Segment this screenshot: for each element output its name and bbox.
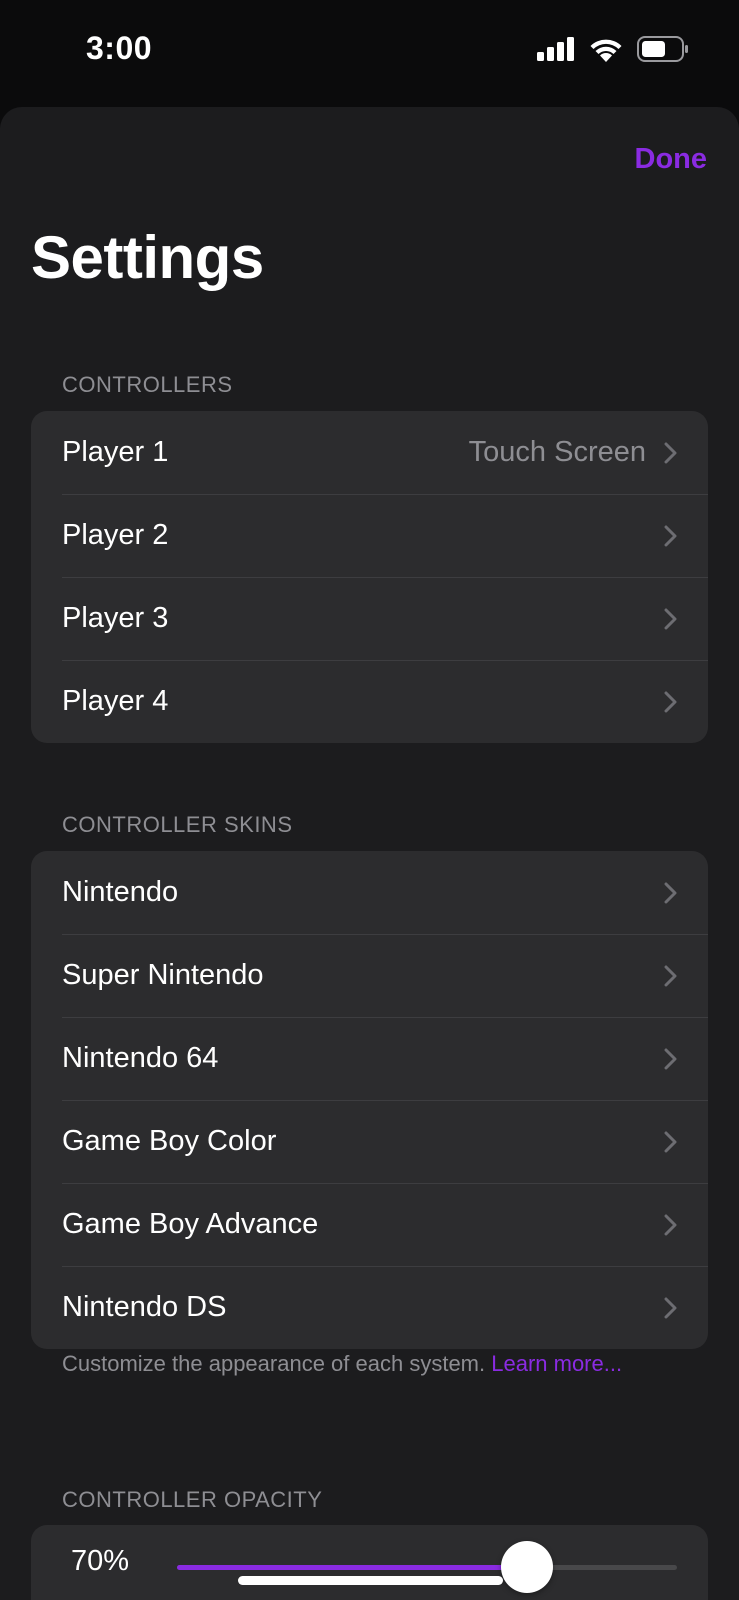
controllers-group: Player 1 Touch Screen Player 2 Player 3 … bbox=[31, 411, 708, 743]
player-4-row[interactable]: Player 4 bbox=[31, 660, 708, 743]
chevron-right-icon bbox=[664, 608, 678, 630]
controller-skins-section-header: CONTROLLER SKINS bbox=[62, 812, 293, 837]
controllers-section-header: CONTROLLERS bbox=[62, 372, 233, 397]
row-label: Nintendo 64 bbox=[62, 1042, 219, 1074]
opacity-slider[interactable] bbox=[177, 1541, 677, 1593]
skin-game-boy-color-row[interactable]: Game Boy Color bbox=[31, 1100, 708, 1183]
skin-super-nintendo-row[interactable]: Super Nintendo bbox=[31, 934, 708, 1017]
chevron-right-icon bbox=[664, 525, 678, 547]
chevron-right-icon bbox=[664, 1131, 678, 1153]
chevron-right-icon bbox=[664, 1297, 678, 1319]
controller-skins-footer: Customize the appearance of each system.… bbox=[62, 1344, 662, 1384]
controller-skins-group: Nintendo Super Nintendo Nintendo 64 Game… bbox=[31, 851, 708, 1349]
skin-nintendo-64-row[interactable]: Nintendo 64 bbox=[31, 1017, 708, 1100]
chevron-right-icon bbox=[664, 442, 678, 464]
chevron-right-icon bbox=[664, 1048, 678, 1070]
cellular-signal-icon bbox=[537, 37, 575, 66]
chevron-right-icon bbox=[664, 965, 678, 987]
status-bar: 3:00 bbox=[0, 0, 739, 104]
row-label: Game Boy Color bbox=[62, 1125, 277, 1157]
opacity-slider-fill bbox=[177, 1565, 527, 1570]
chevron-right-icon bbox=[664, 691, 678, 713]
opacity-slider-thumb[interactable] bbox=[501, 1541, 553, 1593]
player-1-row[interactable]: Player 1 Touch Screen bbox=[31, 411, 708, 494]
footer-description: Customize the appearance of each system. bbox=[62, 1351, 492, 1376]
settings-sheet: Done Settings CONTROLLERS Player 1 Touch… bbox=[0, 107, 739, 1600]
opacity-value: 70% bbox=[71, 1545, 130, 1577]
row-label: Player 2 bbox=[62, 519, 169, 551]
controller-opacity-group: 70% bbox=[31, 1525, 708, 1600]
row-label: Game Boy Advance bbox=[62, 1208, 319, 1240]
chevron-right-icon bbox=[664, 882, 678, 904]
done-button[interactable]: Done bbox=[635, 143, 708, 176]
wifi-icon bbox=[589, 37, 623, 67]
row-label: Player 4 bbox=[62, 685, 169, 717]
home-indicator bbox=[238, 1576, 503, 1585]
skin-nintendo-row[interactable]: Nintendo bbox=[31, 851, 708, 934]
status-icons bbox=[537, 36, 689, 67]
row-label: Super Nintendo bbox=[62, 959, 264, 991]
row-detail: Touch Screen bbox=[468, 436, 646, 468]
battery-icon bbox=[637, 36, 689, 67]
page-title: Settings bbox=[31, 224, 264, 291]
status-time: 3:00 bbox=[86, 30, 153, 66]
row-label: Player 1 bbox=[62, 436, 169, 468]
learn-more-link[interactable]: Learn more... bbox=[491, 1351, 622, 1376]
controller-opacity-section-header: CONTROLLER OPACITY bbox=[62, 1487, 323, 1512]
row-label: Nintendo DS bbox=[62, 1291, 227, 1323]
row-label: Player 3 bbox=[62, 602, 169, 634]
chevron-right-icon bbox=[664, 1214, 678, 1236]
player-3-row[interactable]: Player 3 bbox=[31, 577, 708, 660]
player-2-row[interactable]: Player 2 bbox=[31, 494, 708, 577]
skin-game-boy-advance-row[interactable]: Game Boy Advance bbox=[31, 1183, 708, 1266]
row-label: Nintendo bbox=[62, 876, 179, 908]
skin-nintendo-ds-row[interactable]: Nintendo DS bbox=[31, 1266, 708, 1349]
